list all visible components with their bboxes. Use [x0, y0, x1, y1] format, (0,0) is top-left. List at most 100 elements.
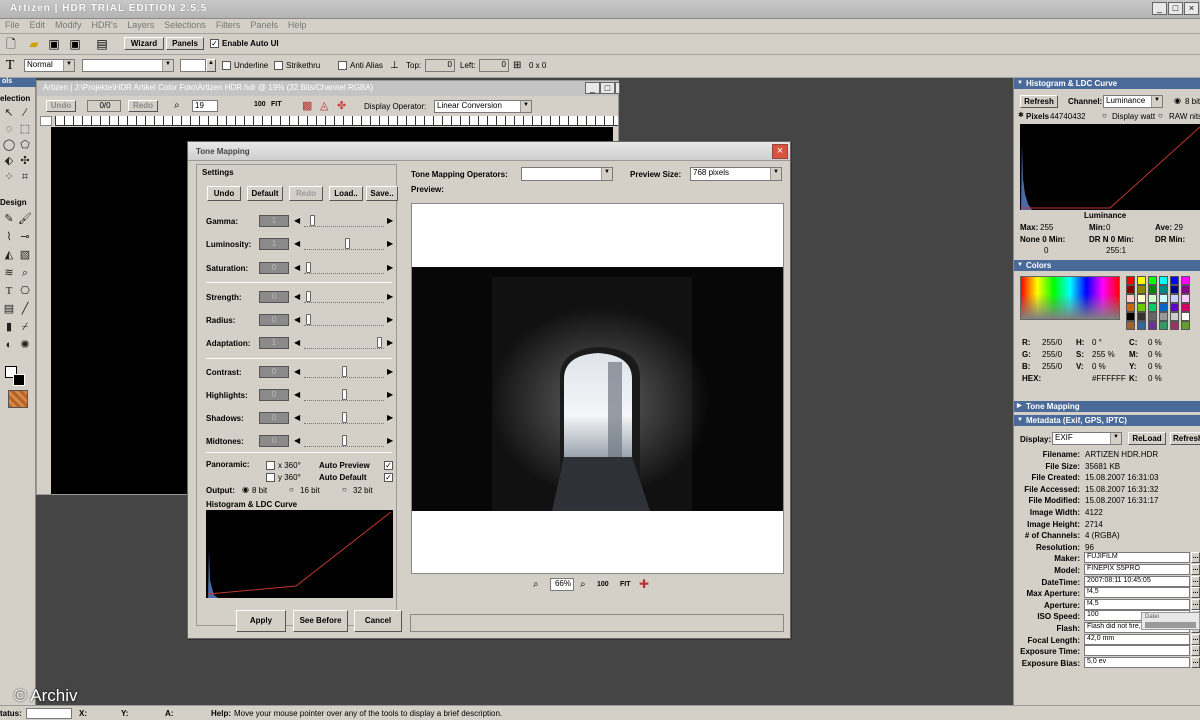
color-swatch[interactable]: [1137, 312, 1146, 321]
meta-more-button[interactable]: ...: [1191, 564, 1200, 575]
highlights-slider-thumb[interactable]: [342, 389, 347, 400]
meta-field[interactable]: FINEPIX S5PRO: [1084, 564, 1190, 575]
text-icon[interactable]: T: [2, 284, 16, 298]
luminosity-slider-thumb[interactable]: [345, 238, 350, 249]
color-swatch[interactable]: [1170, 294, 1179, 303]
menu-item-edit[interactable]: Edit: [25, 19, 51, 31]
doc-tone-icon[interactable]: ◬: [320, 99, 328, 112]
luminosity-decrease-arrow[interactable]: ◀: [294, 238, 300, 250]
pattern-select-icon[interactable]: ⁘: [2, 170, 16, 184]
color-swatch[interactable]: [1137, 294, 1146, 303]
doc-close-button[interactable]: [615, 82, 620, 94]
burn-icon[interactable]: ✺: [18, 338, 32, 352]
preview-fit-button[interactable]: FIT: [620, 581, 631, 588]
magic-wand-icon[interactable]: ⁄: [18, 106, 32, 120]
adaptation-decrease-arrow[interactable]: ◀: [294, 337, 300, 349]
raw-nits-radio[interactable]: ○: [1158, 111, 1163, 120]
saturation-slider[interactable]: [304, 262, 384, 274]
save-icon[interactable]: ▣: [46, 36, 62, 52]
color-swatch[interactable]: [1148, 321, 1157, 330]
color-swatch[interactable]: [1126, 312, 1135, 321]
saturation-slider-thumb[interactable]: [306, 262, 311, 273]
texture-swatch[interactable]: [8, 390, 28, 408]
panels-button[interactable]: Panels: [166, 37, 204, 50]
adaptation-increase-arrow[interactable]: ▶: [387, 337, 393, 349]
menu-item-layers[interactable]: Layers: [122, 19, 159, 31]
highlights-increase-arrow[interactable]: ▶: [387, 389, 393, 401]
color-swatch[interactable]: [1137, 321, 1146, 330]
saturation-increase-arrow[interactable]: ▶: [387, 262, 393, 274]
color-swatch[interactable]: [1181, 294, 1190, 303]
redo-button[interactable]: Redo: [289, 186, 323, 201]
display-watt-radio[interactable]: ○: [1102, 111, 1107, 120]
histogram-refresh-button[interactable]: Refresh: [1020, 95, 1058, 108]
colors-panel-header[interactable]: Colors: [1014, 260, 1200, 271]
color-swatch[interactable]: [1126, 276, 1135, 285]
doc-redo-button[interactable]: Redo: [128, 100, 158, 112]
save-as-icon[interactable]: ▣: [67, 36, 83, 52]
preview-area[interactable]: [411, 203, 784, 574]
ellipse-select-icon[interactable]: ◯: [2, 138, 16, 152]
doc-effects-icon[interactable]: ✤: [337, 99, 346, 112]
meta-field[interactable]: 2007:08:11 10:45:05: [1084, 575, 1190, 587]
color-swatch[interactable]: [1126, 303, 1135, 312]
histogram-panel-header[interactable]: Histogram & LDC Curve: [1014, 78, 1200, 89]
shadows-slider-thumb[interactable]: [342, 412, 347, 423]
move-icon[interactable]: ✣: [18, 154, 32, 168]
color-swatch[interactable]: [1170, 276, 1179, 285]
font-size-input[interactable]: [180, 59, 206, 72]
radius-value[interactable]: 0: [259, 314, 289, 326]
font-name-select[interactable]: ▼: [82, 59, 174, 72]
smudge-icon[interactable]: ≋: [2, 266, 16, 280]
undo-button[interactable]: Undo: [207, 186, 241, 201]
color-swatch[interactable]: [1137, 303, 1146, 312]
doc-undo-button[interactable]: Undo: [46, 100, 76, 112]
radius-increase-arrow[interactable]: ▶: [387, 314, 393, 326]
color-swatch[interactable]: [1181, 312, 1190, 321]
midtones-slider[interactable]: [304, 435, 384, 447]
adaptation-slider-thumb[interactable]: [377, 337, 382, 348]
menu-item-selections[interactable]: Selections: [159, 19, 211, 31]
channel-select[interactable]: Luminance ▼: [1103, 95, 1163, 108]
dialog-close-button[interactable]: ×: [772, 144, 788, 159]
rect-select-icon[interactable]: ⬚: [18, 122, 32, 136]
maximize-button[interactable]: □: [1168, 2, 1183, 15]
select-arrow-icon[interactable]: ↖: [2, 106, 16, 120]
gradient-icon[interactable]: ▧: [18, 248, 32, 262]
meta-field[interactable]: FUJIFILM: [1084, 552, 1190, 564]
menu-item-panels[interactable]: Panels: [245, 19, 283, 31]
color-swatch[interactable]: [1170, 312, 1179, 321]
left-input[interactable]: 0: [479, 59, 509, 72]
saturation-decrease-arrow[interactable]: ◀: [294, 262, 300, 274]
shadows-decrease-arrow[interactable]: ◀: [294, 412, 300, 424]
shadows-increase-arrow[interactable]: ▶: [387, 412, 393, 424]
color-swatch[interactable]: [1148, 303, 1157, 312]
menu-item-filters[interactable]: Filters: [211, 19, 246, 31]
color-swatch[interactable]: [1137, 276, 1146, 285]
menu-item-help[interactable]: Help: [283, 19, 312, 31]
color-spectrum[interactable]: [1020, 276, 1120, 320]
metadata-panel-header[interactable]: Metadata (Exif, GPS, IPTC): [1014, 415, 1200, 426]
adaptation-value[interactable]: 1: [259, 337, 289, 349]
gamma-slider[interactable]: [304, 215, 384, 227]
color-swatch[interactable]: [1126, 285, 1135, 294]
meta-more-button[interactable]: ...: [1191, 633, 1200, 645]
preview-zoom-out-icon[interactable]: ⌕: [580, 579, 586, 590]
default-button[interactable]: Default: [247, 186, 283, 201]
strength-slider[interactable]: [304, 291, 384, 303]
color-swatch[interactable]: [1126, 321, 1135, 330]
highlights-value[interactable]: 0: [259, 389, 289, 401]
lasso-icon[interactable]: ◌: [2, 122, 16, 136]
metadata-reload-button[interactable]: ReLoad: [1128, 432, 1166, 445]
color-swatch-grid[interactable]: [1126, 276, 1200, 330]
preview-size-select[interactable]: 768 pixels ▼: [690, 167, 782, 181]
strength-value[interactable]: 0: [259, 291, 289, 303]
color-swatch[interactable]: [1159, 321, 1168, 330]
background-color-swatch[interactable]: [13, 374, 25, 386]
midtones-increase-arrow[interactable]: ▶: [387, 435, 393, 447]
doc-minimize-button[interactable]: _: [585, 82, 600, 94]
gamma-value[interactable]: 1: [259, 215, 289, 227]
luminosity-increase-arrow[interactable]: ▶: [387, 238, 393, 250]
color-swatch[interactable]: [1159, 276, 1168, 285]
auto-default-checkbox[interactable]: ✓: [384, 473, 393, 482]
